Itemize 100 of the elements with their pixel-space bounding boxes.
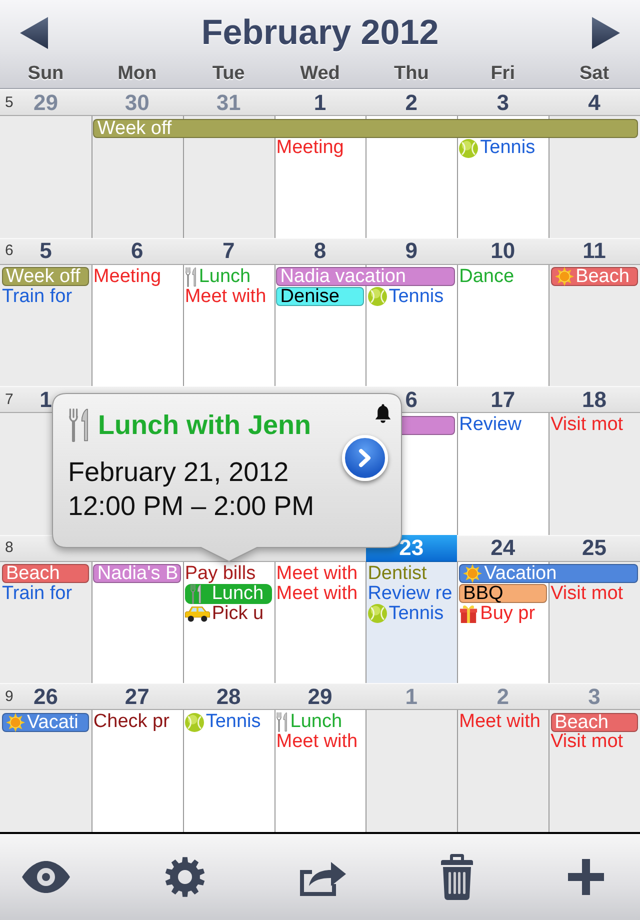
left-arrow-icon[interactable] <box>20 17 48 49</box>
calendar-event[interactable]: Buy pr <box>457 604 536 624</box>
calendar-event[interactable]: Visit mot <box>548 732 624 752</box>
tennis-ball-icon <box>459 138 478 158</box>
popover-title: Lunch with Jenn <box>98 409 311 442</box>
date-number: 2 <box>405 90 418 114</box>
date-number: 9 <box>405 239 418 264</box>
fork-and-knife-icon <box>190 584 202 604</box>
calendar-event[interactable]: Meet with <box>457 712 542 732</box>
event-bar[interactable]: Beach <box>550 267 638 286</box>
date-number: 2 <box>496 684 509 709</box>
event-bar[interactable]: Denise <box>276 287 364 306</box>
calendar-event[interactable]: Visit mot <box>548 415 624 436</box>
calendar-event[interactable]: Tennis <box>182 712 262 732</box>
event-bar[interactable]: Nadia vacation <box>276 267 456 286</box>
date-number: 31 <box>216 90 241 114</box>
event-bar[interactable]: Nadia's B <box>93 564 181 584</box>
settings-icon[interactable] <box>165 857 205 897</box>
popover-time: 12:00 PM – 2:00 PM <box>68 490 314 523</box>
tennis-ball-icon <box>368 604 387 624</box>
add-icon[interactable] <box>568 859 604 895</box>
date-number: 5 <box>40 239 52 264</box>
weekday-label: Sun <box>28 62 64 86</box>
car-icon <box>184 605 210 622</box>
date-number: 3 <box>588 684 600 709</box>
trash-icon[interactable] <box>441 854 473 900</box>
date-number: 17 <box>490 388 516 412</box>
sun-icon <box>554 267 574 286</box>
date-number: 18 <box>582 388 607 412</box>
fork-and-knife-icon <box>184 266 197 287</box>
event-bar[interactable]: Week off <box>93 118 638 138</box>
fork-and-knife-icon <box>276 712 288 732</box>
calendar-event[interactable]: Dance <box>457 266 516 287</box>
date-number: 28 <box>216 684 241 709</box>
weekday-label: Mon <box>118 62 157 86</box>
gift-icon <box>459 604 478 624</box>
date-number: 1 <box>314 90 326 114</box>
tennis-ball-icon <box>184 712 204 732</box>
calendar-event[interactable]: Check pr <box>91 712 170 732</box>
date-number: 27 <box>124 684 150 709</box>
week-number: 8 <box>5 539 14 558</box>
calendar-event[interactable]: Tennis <box>457 138 536 158</box>
sun-icon <box>6 712 25 732</box>
chevron-right-icon <box>357 448 373 468</box>
tennis-ball-icon <box>368 287 387 306</box>
calendar-event[interactable]: Tennis <box>366 604 445 624</box>
calendar-event[interactable]: Meet with <box>274 732 359 752</box>
right-arrow-icon[interactable] <box>592 17 620 49</box>
week-number: 9 <box>5 688 14 706</box>
event-bar[interactable]: Beach <box>550 712 638 732</box>
calendar-event[interactable]: Meet with <box>274 584 359 604</box>
calendar-event[interactable]: Meeting <box>274 138 345 158</box>
calendar-event[interactable]: Train for <box>0 584 74 604</box>
fork-and-knife-icon <box>68 408 90 442</box>
event-bar[interactable]: Vacation <box>459 564 638 584</box>
date-number: 1 <box>405 684 418 709</box>
date-number: 30 <box>124 90 150 114</box>
calendar-event[interactable]: Visit mot <box>548 584 624 604</box>
calendar-event[interactable]: Review re <box>366 584 454 604</box>
week-number: 7 <box>5 390 14 409</box>
calendar-event[interactable]: Pick u <box>182 604 265 624</box>
date-number: 26 <box>33 684 58 709</box>
week-number: 6 <box>5 242 14 260</box>
date-number: 29 <box>33 90 58 114</box>
eye-icon[interactable] <box>22 861 70 893</box>
weekday-label: Thu <box>394 62 429 86</box>
weekday-label: Fri <box>490 62 515 86</box>
event-bar[interactable]: Vacati <box>2 712 90 732</box>
event-bar[interactable]: Week off <box>2 267 90 286</box>
date-number: 29 <box>308 684 332 709</box>
weekday-label: Wed <box>300 62 340 86</box>
calendar-event[interactable]: Tennis <box>366 286 445 307</box>
event-bar[interactable]: BBQ <box>459 584 547 604</box>
weekday-label: Sat <box>579 62 610 86</box>
calendar-event[interactable]: Pay bills <box>182 564 257 584</box>
calendar-event[interactable]: Lunch <box>184 584 272 604</box>
calendar-event[interactable]: Meeting <box>91 266 162 287</box>
popover-date: February 21, 2012 <box>68 456 289 489</box>
weekday-label: Tue <box>212 62 245 86</box>
date-number: 3 <box>496 90 509 114</box>
date-number: 4 <box>588 90 600 114</box>
sun-icon <box>463 564 482 584</box>
week-number: 5 <box>5 94 14 112</box>
calendar-event[interactable]: Meet with <box>182 286 268 307</box>
date-number: 6 <box>131 239 144 264</box>
calendar-event[interactable]: Train for <box>0 286 74 307</box>
date-number: 24 <box>490 536 516 560</box>
date-number: 8 <box>314 239 326 264</box>
calendar-event[interactable]: Dentist <box>366 564 428 584</box>
date-number: 1 <box>40 388 52 412</box>
date-number: 23 <box>399 536 424 560</box>
event-bar[interactable]: Beach <box>2 564 90 584</box>
date-number: 11 <box>582 239 606 264</box>
date-number: 7 <box>222 239 235 264</box>
calendar-event[interactable]: Lunch <box>274 712 344 732</box>
calendar-event[interactable]: Lunch <box>182 266 252 287</box>
date-number: 10 <box>490 239 516 264</box>
date-number: 6 <box>405 388 418 412</box>
calendar-event[interactable]: Meet with <box>274 564 359 584</box>
calendar-event[interactable]: Review <box>457 415 522 436</box>
